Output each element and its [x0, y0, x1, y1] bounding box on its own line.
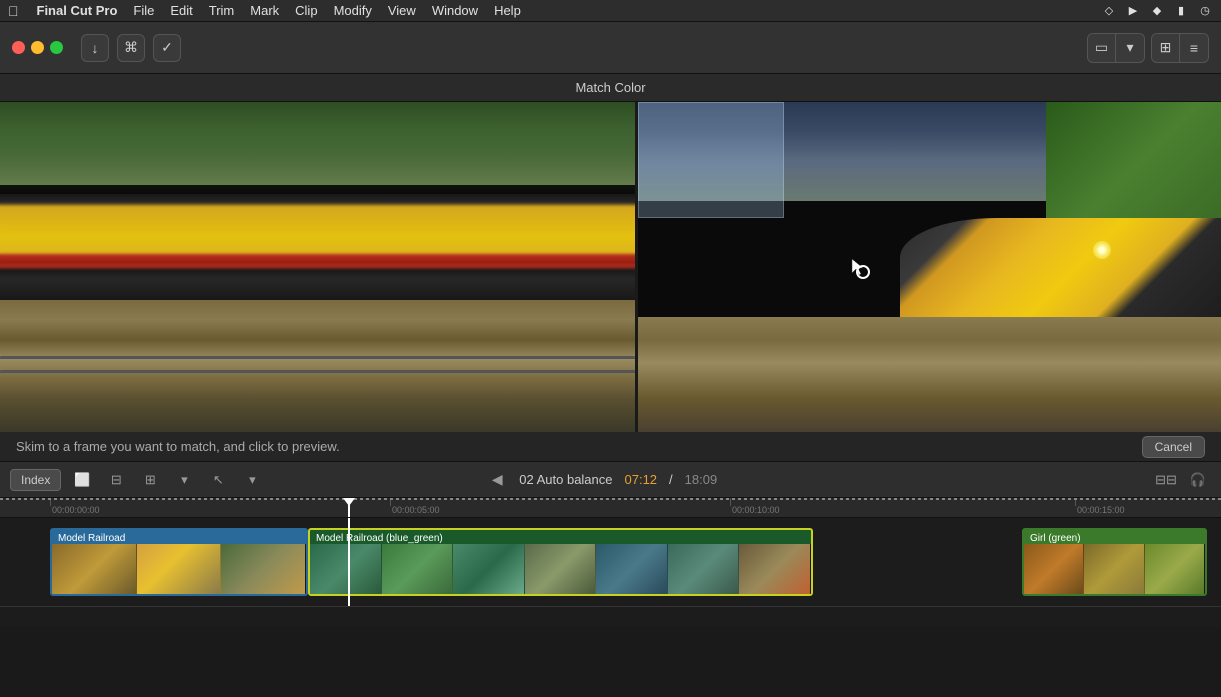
timecode-current: 07:12	[625, 472, 658, 487]
index-button[interactable]: Index	[10, 469, 61, 491]
thumb-mr-2	[137, 544, 222, 594]
battery-icon: ▮	[1173, 3, 1189, 19]
thumb-bg-6	[668, 544, 740, 594]
menubar-right: ◇ ▶ ◆ ▮ ◷	[1101, 3, 1213, 19]
thumb-mr-1	[52, 544, 137, 594]
playhead-triangle	[343, 498, 355, 506]
ruler-tick-2: 00:00:10:00	[730, 498, 780, 517]
nav-left-button[interactable]: ◀	[487, 470, 507, 490]
timeline-right-controls: ⊟⊟ 🎧	[1153, 468, 1211, 492]
thumb-gg-2	[1084, 544, 1144, 594]
match-color-label: Match Color	[575, 80, 645, 95]
clip-list-button[interactable]: ≡	[1180, 34, 1208, 62]
playhead-track-line	[348, 518, 350, 606]
menu-file[interactable]: File	[125, 0, 162, 21]
timeline-ruler: 00:00:00:00 00:00:05:00 00:00:10:00 00:0…	[0, 498, 1221, 518]
toolbar: ↓ ⌘ ✓ ▭ ▾ ⊞ ≡	[0, 22, 1221, 74]
viewer-layout-dropdown[interactable]: ▾	[1116, 34, 1144, 62]
clip-label-gg: Girl (green)	[1030, 533, 1081, 544]
thumb-bg-1	[310, 544, 382, 594]
auto-balance-label: 02 Auto balance	[519, 472, 612, 487]
preview-area	[0, 102, 1221, 432]
minimize-button[interactable]	[31, 41, 44, 54]
menu-trim[interactable]: Trim	[201, 0, 243, 21]
cursor-indicator	[848, 257, 868, 277]
clip-model-railroad-blue-green[interactable]: Model Railroad (blue_green)	[308, 528, 813, 596]
ruler-tick-1: 00:00:05:00	[390, 498, 440, 517]
clip-label-mr: Model Railroad	[58, 533, 125, 544]
thumb-gg-3	[1145, 544, 1205, 594]
viewer-single-button[interactable]: ▭	[1088, 34, 1116, 62]
preview-right[interactable]	[635, 102, 1221, 432]
time-icon: ◷	[1197, 3, 1213, 19]
timeline-empty-area	[0, 606, 1221, 626]
menu-help[interactable]: Help	[486, 0, 529, 21]
close-button[interactable]	[12, 41, 25, 54]
skim-message: Skim to a frame you want to match, and c…	[16, 439, 340, 454]
password-icon: ▶	[1125, 3, 1141, 19]
preview-left[interactable]	[0, 102, 635, 432]
clip-options-dropdown[interactable]: ▾	[171, 468, 197, 492]
match-color-title: Match Color	[0, 74, 1221, 102]
dropbox-icon: ◇	[1101, 3, 1117, 19]
thumb-mr-3	[221, 544, 306, 594]
key-button[interactable]: ⌘	[117, 34, 145, 62]
menu-modify[interactable]: Modify	[326, 0, 380, 21]
timeline-tracks[interactable]: Model Railroad Model Railroad (blue_gree…	[0, 518, 1221, 606]
ruler-tick-3: 00:00:15:00	[1075, 498, 1125, 517]
wifi-icon: ◆	[1149, 3, 1165, 19]
menu-edit[interactable]: Edit	[162, 0, 200, 21]
thumb-bg-2	[382, 544, 454, 594]
clip-list-icon[interactable]: ⊟	[103, 468, 129, 492]
menu-clip[interactable]: Clip	[287, 0, 325, 21]
cancel-button[interactable]: Cancel	[1142, 436, 1205, 458]
app-name[interactable]: Final Cut Pro	[29, 0, 126, 21]
thumb-bg-5	[596, 544, 668, 594]
timecode-separator: /	[669, 472, 673, 487]
thumb-bg-4	[525, 544, 597, 594]
clip-view-group: ⊞ ≡	[1151, 33, 1209, 63]
audio-btn[interactable]: 🎧	[1185, 468, 1211, 492]
skim-bar: Skim to a frame you want to match, and c…	[0, 432, 1221, 462]
toolbar-right-group: ▭ ▾ ⊞ ≡	[1087, 33, 1209, 63]
menu-mark[interactable]: Mark	[242, 0, 287, 21]
playhead-ruler	[348, 498, 350, 517]
clip-view-btn[interactable]: ⊟⊟	[1153, 468, 1179, 492]
maximize-button[interactable]	[50, 41, 63, 54]
thumb-bg-3	[453, 544, 525, 594]
clip-model-railroad[interactable]: Model Railroad	[50, 528, 308, 596]
selection-range-line	[0, 498, 1221, 500]
clip-label-mrb: Model Railroad (blue_green)	[316, 533, 443, 544]
viewer-layout-group: ▭ ▾	[1087, 33, 1145, 63]
import-button[interactable]: ↓	[81, 34, 109, 62]
thumb-bg-7	[739, 544, 811, 594]
clip-grid-button[interactable]: ⊞	[1152, 34, 1180, 62]
ruler-tick-0: 00:00:00:00	[50, 498, 100, 517]
menu-view[interactable]: View	[380, 0, 424, 21]
menu-bar:  Final Cut Pro File Edit Trim Mark Clip…	[0, 0, 1221, 22]
traffic-lights	[12, 41, 63, 54]
apple-logo-icon: 	[8, 3, 19, 19]
clip-filmstrip-icon[interactable]: ⬜	[69, 468, 95, 492]
thumb-gg-1	[1024, 544, 1084, 594]
timeline-center-controls: ◀ 02 Auto balance 07:12 / 18:09	[487, 470, 717, 490]
clip-stack-icon[interactable]: ⊞	[137, 468, 163, 492]
menu-window[interactable]: Window	[424, 0, 486, 21]
timeline-controls: Index ⬜ ⊟ ⊞ ▾ ↖ ▾ ◀ 02 Auto balance 07:1…	[0, 462, 1221, 498]
clip-girl-green[interactable]: Girl (green)	[1022, 528, 1207, 596]
timecode-total: 18:09	[685, 472, 718, 487]
select-tool[interactable]: ↖	[205, 468, 231, 492]
tool-dropdown[interactable]: ▾	[239, 468, 265, 492]
check-button[interactable]: ✓	[153, 34, 181, 62]
